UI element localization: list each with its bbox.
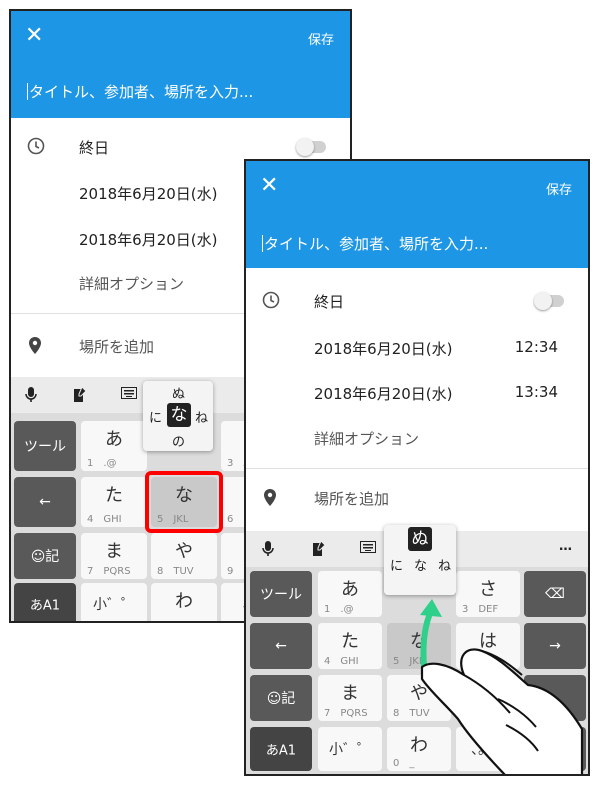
flick-popup: ぬ に な ね の <box>143 381 213 451</box>
popup-left: に <box>149 411 163 426</box>
title-placeholder: タイトル、参加者、場所を入力... <box>264 235 489 253</box>
start-date[interactable]: 2018年6月20日(水) <box>314 338 453 359</box>
clock-icon <box>27 137 45 159</box>
allday-toggle[interactable] <box>296 138 326 156</box>
detail-options-link[interactable]: 詳細オプション <box>79 273 184 294</box>
allday-label: 終日 <box>314 293 345 311</box>
emoji-symbol-key[interactable]: ☺記 <box>250 675 312 721</box>
key-ma[interactable]: ま7 PQRS <box>81 533 147 579</box>
key-ya[interactable]: や8 TUV <box>151 533 217 579</box>
text-caret <box>262 235 263 252</box>
start-time[interactable]: 12:34 <box>515 338 558 356</box>
handwriting-icon[interactable] <box>312 540 326 561</box>
detail-options-link[interactable]: 詳細オプション <box>314 428 419 449</box>
keyboard-icon[interactable] <box>360 541 376 557</box>
key-wa[interactable]: わ _ <box>151 583 217 621</box>
end-date[interactable]: 2018年6月20日(水) <box>79 229 218 250</box>
clock-icon <box>262 291 280 313</box>
key-a[interactable]: あ1 .@ <box>318 571 382 617</box>
location-pin-icon <box>27 336 43 360</box>
start-date[interactable]: 2018年6月20日(水) <box>79 183 218 204</box>
end-time[interactable]: 13:34 <box>515 383 558 401</box>
add-location-label: 場所を追加 <box>314 490 390 508</box>
key-ta[interactable]: た4 GHI <box>318 623 382 669</box>
input-mode-key[interactable]: あA1 <box>250 727 312 771</box>
small-dakuten-key[interactable]: 小゛゜ <box>318 727 382 771</box>
emoji-symbol-key[interactable]: ☺記 <box>14 533 76 579</box>
calendar-event-screen-front: ✕ 保存 タイトル、参加者、場所を入力... 終日 2018年6月20日(水) … <box>244 159 590 776</box>
toggle-knob <box>534 292 552 310</box>
input-mode-key[interactable]: あA1 <box>14 583 76 621</box>
keyboard-icon[interactable] <box>121 387 137 403</box>
event-header: ✕ 保存 タイトル、参加者、場所を入力... <box>11 11 350 118</box>
close-icon[interactable]: ✕ <box>260 175 278 197</box>
add-location-label: 場所を追加 <box>79 338 155 356</box>
key-ma[interactable]: ま7 PQRS <box>318 675 382 721</box>
title-placeholder: タイトル、参加者、場所を入力... <box>29 83 254 101</box>
key-ta[interactable]: た4 GHI <box>81 477 147 527</box>
title-input[interactable]: タイトル、参加者、場所を入力... <box>262 233 488 254</box>
text-caret <box>27 83 28 100</box>
location-pin-icon <box>262 488 278 512</box>
save-button[interactable]: 保存 <box>308 29 334 48</box>
cursor-left-key[interactable]: ← <box>250 623 312 669</box>
popup-center: な <box>167 403 191 427</box>
close-icon[interactable]: ✕ <box>25 25 43 47</box>
microphone-icon[interactable] <box>25 387 37 407</box>
tool-key[interactable]: ツール <box>14 421 76 471</box>
popup-right: ね <box>195 411 209 426</box>
microphone-icon[interactable] <box>262 541 274 561</box>
save-button[interactable]: 保存 <box>546 179 572 198</box>
divider <box>246 468 588 469</box>
japanese-keyboard-front: … ツール あ1 .@ さ3 DEF ⌫ ← た4 GHI な5 JKL は →… <box>246 525 588 774</box>
event-header: ✕ 保存 タイトル、参加者、場所を入力... <box>246 161 588 268</box>
allday-toggle[interactable] <box>534 292 564 310</box>
title-input[interactable]: タイトル、参加者、場所を入力... <box>27 81 253 102</box>
popup-top: ぬ <box>172 387 186 402</box>
more-options-icon[interactable]: … <box>559 539 572 554</box>
small-dakuten-key[interactable]: 小゛゜ <box>81 583 147 621</box>
handwriting-icon[interactable] <box>73 386 87 407</box>
end-date[interactable]: 2018年6月20日(水) <box>314 383 453 404</box>
allday-label: 終日 <box>79 139 110 157</box>
key-a[interactable]: あ1 .@ <box>81 421 147 471</box>
flick-up-gesture-illustration <box>420 599 584 774</box>
toggle-knob <box>296 138 314 156</box>
popup-bottom: の <box>172 435 186 450</box>
tool-key[interactable]: ツール <box>250 571 312 617</box>
popup-top-selected: ぬ <box>408 527 432 551</box>
cursor-left-key[interactable]: ← <box>14 477 76 527</box>
highlight-frame <box>145 471 223 533</box>
